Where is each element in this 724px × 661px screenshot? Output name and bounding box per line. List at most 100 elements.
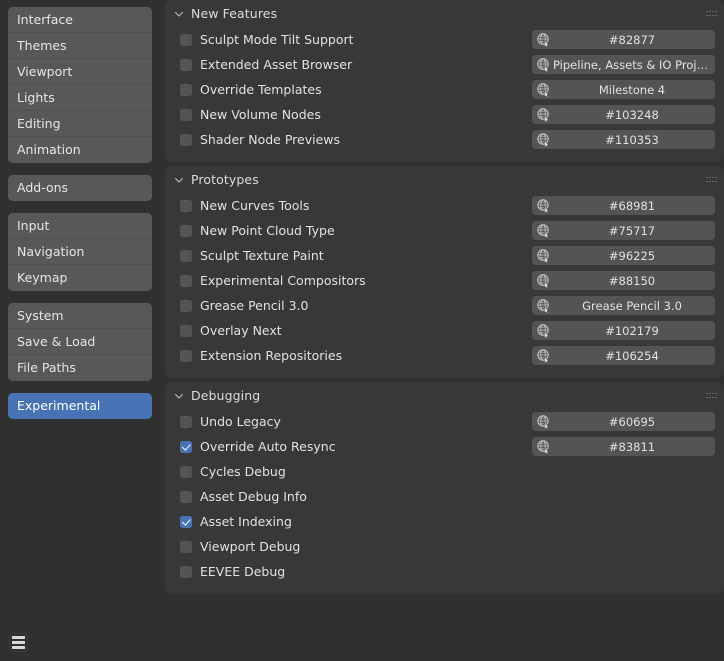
preference-label: New Volume Nodes	[200, 107, 321, 122]
grip-dots-icon[interactable]	[706, 176, 717, 183]
panel-header[interactable]: New Features	[165, 0, 724, 27]
sidebar-item-system[interactable]: System	[8, 303, 152, 329]
checkbox-cycles-debug[interactable]	[180, 466, 192, 478]
preference-row: Undo Legacy #60695	[173, 409, 716, 434]
panel-header[interactable]: Prototypes	[165, 166, 724, 193]
globe-link-icon	[536, 273, 552, 289]
checkbox-new-curves-tools[interactable]	[180, 200, 192, 212]
checkbox-override-auto-resync[interactable]	[180, 441, 192, 453]
checkbox-override-templates[interactable]	[180, 84, 192, 96]
checkbox-new-volume-nodes[interactable]	[180, 109, 192, 121]
preference-row: Grease Pencil 3.0Grease Pencil 3.0	[173, 293, 716, 318]
checkbox-asset-debug-info[interactable]	[180, 491, 192, 503]
grip-dot	[715, 15, 717, 17]
checkbox-viewport-debug[interactable]	[180, 541, 192, 553]
globe-link-icon	[536, 348, 552, 364]
preference-label: Asset Indexing	[200, 514, 292, 529]
reference-link-button[interactable]: #75717	[532, 221, 715, 240]
preference-label: Sculpt Mode Tilt Support	[200, 32, 354, 47]
checkbox-grease-pencil-3-0[interactable]	[180, 300, 192, 312]
checkbox-asset-indexing[interactable]	[180, 516, 192, 528]
reference-link-button[interactable]: #60695	[532, 412, 715, 431]
reference-link-button[interactable]: Grease Pencil 3.0	[532, 296, 715, 315]
reference-link-button[interactable]: #96225	[532, 246, 715, 265]
checkbox-overlay-next[interactable]	[180, 325, 192, 337]
sidebar-item-editing[interactable]: Editing	[8, 111, 152, 137]
sidebar-item-save-load[interactable]: Save & Load	[8, 329, 152, 355]
checkbox-extension-repositories[interactable]	[180, 350, 192, 362]
sidebar-item-keymap[interactable]: Keymap	[8, 265, 152, 291]
panel-rows: Undo Legacy#60695Override Auto Resync#83…	[165, 409, 724, 584]
reference-link-button[interactable]: #103248	[532, 105, 715, 124]
grip-dot	[706, 11, 708, 13]
checkbox-sculpt-texture-paint[interactable]	[180, 250, 192, 262]
reference-link-button[interactable]: Pipeline, Assets & IO Project...	[532, 55, 715, 74]
checkbox-extended-asset-browser[interactable]	[180, 59, 192, 71]
preference-label: Override Templates	[200, 82, 322, 97]
checkbox-sculpt-mode-tilt-support[interactable]	[180, 34, 192, 46]
reference-link-label: #75717	[552, 224, 715, 238]
sidebar-item-themes[interactable]: Themes	[8, 33, 152, 59]
panel-new-features: New Features Sculpt Mode Tilt Support #828…	[165, 0, 724, 162]
checkbox-undo-legacy[interactable]	[180, 416, 192, 428]
grip-dot	[709, 181, 711, 183]
grip-dot	[715, 11, 717, 13]
preference-row: Viewport Debug	[173, 534, 716, 559]
sidebar-item-viewport[interactable]: Viewport	[8, 59, 152, 85]
hamburger-bar	[12, 646, 25, 649]
panel-rows: Sculpt Mode Tilt Support#82877Extended A…	[165, 27, 724, 152]
preference-row: Override Templates Milestone 4	[173, 77, 716, 102]
reference-link-button[interactable]: #68981	[532, 196, 715, 215]
grip-dot	[706, 181, 708, 183]
preference-row: Experimental Compositors#88150	[173, 268, 716, 293]
preference-row: Sculpt Texture Paint#96225	[173, 243, 716, 268]
sidebar-group: SystemSave & LoadFile Paths	[8, 303, 152, 381]
reference-link-button[interactable]: #102179	[532, 321, 715, 340]
reference-link-button[interactable]: #82877	[532, 30, 715, 49]
panel-title: Debugging	[191, 388, 260, 403]
checkbox-experimental-compositors[interactable]	[180, 275, 192, 287]
reference-link-button[interactable]: Milestone 4	[532, 80, 715, 99]
checkbox-new-point-cloud-type[interactable]	[180, 225, 192, 237]
sidebar-item-input[interactable]: Input	[8, 213, 152, 239]
reference-link-button[interactable]: #83811	[532, 437, 715, 456]
grip-dot	[712, 15, 714, 17]
preference-label: Undo Legacy	[200, 414, 281, 429]
reference-link-label: Grease Pencil 3.0	[552, 299, 715, 313]
hamburger-menu-icon[interactable]	[9, 633, 28, 652]
preference-row: EEVEE Debug	[173, 559, 716, 584]
grip-dot	[712, 177, 714, 179]
sidebar-item-animation[interactable]: Animation	[8, 137, 152, 163]
preference-label: Viewport Debug	[200, 539, 300, 554]
sidebar-item-lights[interactable]: Lights	[8, 85, 152, 111]
chevron-down-icon	[173, 390, 185, 402]
preference-label: EEVEE Debug	[200, 564, 285, 579]
grip-dots-icon[interactable]	[706, 392, 717, 399]
reference-link-label: #83811	[552, 440, 715, 454]
reference-link-button[interactable]: #88150	[532, 271, 715, 290]
reference-link-button[interactable]: #110353	[532, 130, 715, 149]
grip-dot	[709, 11, 711, 13]
sidebar-item-interface[interactable]: Interface	[8, 7, 152, 33]
globe-link-icon	[536, 107, 552, 123]
panel-debugging: DebuggingUndo Legacy#60695Override Auto …	[165, 382, 724, 594]
reference-link-label: #68981	[552, 199, 715, 213]
checkbox-eevee-debug[interactable]	[180, 566, 192, 578]
sidebar-item-file-paths[interactable]: File Paths	[8, 355, 152, 381]
sidebar-item-experimental[interactable]: Experimental	[8, 393, 152, 419]
grip-dots-icon[interactable]	[706, 10, 717, 17]
reference-link-button[interactable]: #106254	[532, 346, 715, 365]
sidebar-item-navigation[interactable]: Navigation	[8, 239, 152, 265]
reference-link-label: #96225	[552, 249, 715, 263]
preference-row: Sculpt Mode Tilt Support #82877	[173, 27, 716, 52]
preference-row: Overlay Next#102179	[173, 318, 716, 343]
panel-rows: New Curves Tools#68981New Point Cloud Ty…	[165, 193, 724, 368]
globe-link-icon	[536, 82, 552, 98]
sidebar-item-add-ons[interactable]: Add-ons	[8, 175, 152, 201]
grip-dot	[709, 397, 711, 399]
checkbox-shader-node-previews[interactable]	[180, 134, 192, 146]
preferences-window: InterfaceThemesViewportLightsEditingAnim…	[0, 0, 724, 661]
hamburger-bar	[12, 641, 25, 644]
panel-header[interactable]: Debugging	[165, 382, 724, 409]
preference-row: Shader Node Previews#110353	[173, 127, 716, 152]
